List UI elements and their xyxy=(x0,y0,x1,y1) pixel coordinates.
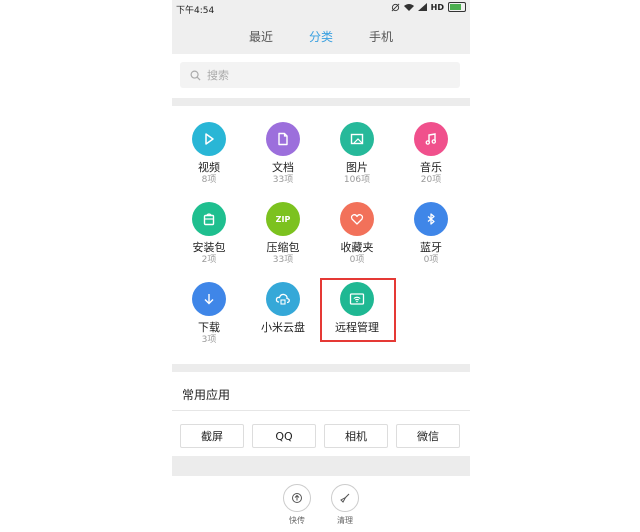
category-label: 收藏夹 xyxy=(340,241,374,254)
clean-label: 清理 xyxy=(337,516,353,525)
category-icon-bg xyxy=(266,282,300,316)
clean-button[interactable]: 清理 xyxy=(329,480,361,532)
category-video[interactable]: 视频 8项 xyxy=(172,110,246,190)
category-count: 2项 xyxy=(201,255,217,265)
search-input[interactable]: 搜索 xyxy=(180,62,460,88)
category-label: 蓝牙 xyxy=(420,241,442,254)
quick-send-label: 快传 xyxy=(289,516,305,525)
section-divider xyxy=(172,98,470,106)
top-tabs: 最近 分类 手机 xyxy=(172,18,470,54)
app-wechat-button[interactable]: 微信 xyxy=(396,424,460,448)
signal-icon xyxy=(417,3,427,11)
music-icon xyxy=(425,133,437,145)
section-divider xyxy=(172,456,470,476)
status-time: 下午4:54 xyxy=(176,6,215,16)
category-icon-bg xyxy=(340,122,374,156)
category-count: 33项 xyxy=(272,175,294,185)
category-label: 音乐 xyxy=(420,161,442,174)
document-icon xyxy=(278,132,288,146)
category-label: 安装包 xyxy=(192,241,226,254)
app-qq-button[interactable]: QQ xyxy=(252,424,316,448)
battery-fill xyxy=(450,4,461,10)
common-apps-title: 常用应用 xyxy=(182,388,231,402)
cloud-icon xyxy=(275,293,290,305)
common-apps-list: 截屏 QQ 相机 微信 xyxy=(180,424,460,448)
category-music[interactable]: 音乐 20项 xyxy=(394,110,468,190)
category-count: 106项 xyxy=(343,175,371,185)
category-icon-bg xyxy=(414,122,448,156)
battery-icon xyxy=(448,2,466,12)
quick-send-icon xyxy=(292,493,302,503)
category-icon-bg xyxy=(266,122,300,156)
category-count: 0项 xyxy=(349,255,365,265)
category-icon-bg xyxy=(414,202,448,236)
rotation-lock-icon xyxy=(391,3,400,11)
category-apk[interactable]: 安装包 2项 xyxy=(172,190,246,270)
file-manager-screen: 下午4:54 HD 最近 分类 手机 搜索 视频 8项 文档 33项 图片 10… xyxy=(172,0,470,532)
category-zip[interactable]: ZIP 压缩包 33项 xyxy=(246,190,320,270)
section-divider xyxy=(172,364,470,372)
bottom-actions: 快传 清理 xyxy=(172,480,470,532)
status-icons: HD xyxy=(391,2,466,12)
search-icon xyxy=(190,70,201,81)
category-count: 33项 xyxy=(272,255,294,265)
highlight-box xyxy=(320,278,396,342)
category-icon-bg xyxy=(192,282,226,316)
category-count: 0项 xyxy=(423,255,439,265)
quick-send-button[interactable]: 快传 xyxy=(281,480,313,532)
category-icon-bg: ZIP xyxy=(266,202,300,236)
tab-category[interactable]: 分类 xyxy=(309,28,333,45)
zip-icon: ZIP xyxy=(275,214,291,224)
category-label: 图片 xyxy=(346,161,368,174)
category-image[interactable]: 图片 106项 xyxy=(320,110,394,190)
category-icon-bg xyxy=(192,202,226,236)
category-icon-bg xyxy=(340,202,374,236)
play-icon xyxy=(205,133,214,145)
category-icon-bg xyxy=(192,122,226,156)
category-favorites[interactable]: 收藏夹 0项 xyxy=(320,190,394,270)
heart-icon xyxy=(350,214,364,225)
category-label: 小米云盘 xyxy=(261,321,305,334)
image-icon xyxy=(350,133,364,145)
button-circle xyxy=(331,484,359,512)
search-placeholder: 搜索 xyxy=(207,69,229,82)
tab-phone[interactable]: 手机 xyxy=(369,28,393,45)
category-label: 下载 xyxy=(198,321,220,334)
download-icon xyxy=(204,294,214,305)
wifi-icon xyxy=(403,4,414,11)
status-bar: 下午4:54 HD xyxy=(172,0,470,18)
button-circle xyxy=(283,484,311,512)
app-camera-button[interactable]: 相机 xyxy=(324,424,388,448)
category-count: 8项 xyxy=(201,175,217,185)
category-bluetooth[interactable]: 蓝牙 0项 xyxy=(394,190,468,270)
category-label: 文档 xyxy=(272,161,294,174)
category-label: 压缩包 xyxy=(266,241,300,254)
broom-icon xyxy=(340,493,350,503)
tab-recent[interactable]: 最近 xyxy=(249,28,273,45)
category-label: 视频 xyxy=(198,161,220,174)
category-download[interactable]: 下载 3项 xyxy=(172,270,246,350)
category-document[interactable]: 文档 33项 xyxy=(246,110,320,190)
package-icon xyxy=(203,213,215,226)
network-type: HD xyxy=(430,2,444,12)
divider xyxy=(172,410,470,411)
category-cloud[interactable]: 小米云盘 xyxy=(246,270,320,350)
app-screenshot-button[interactable]: 截屏 xyxy=(180,424,244,448)
bluetooth-icon xyxy=(427,213,435,225)
category-count: 3项 xyxy=(201,335,217,345)
category-count: 20项 xyxy=(420,175,442,185)
